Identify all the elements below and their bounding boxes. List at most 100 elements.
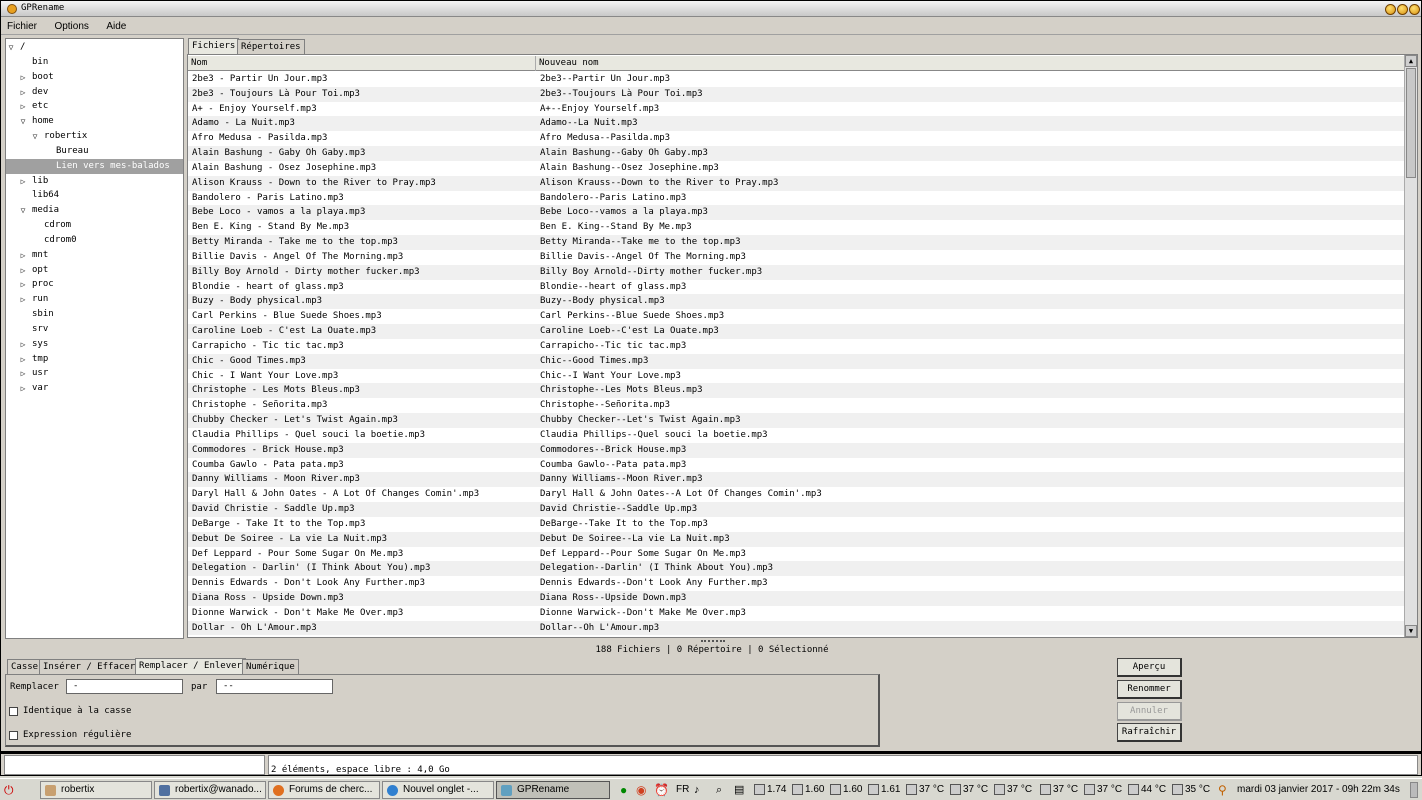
- expanded-arrow-icon[interactable]: ▽: [30, 129, 40, 144]
- status-green-icon[interactable]: ●: [620, 782, 627, 798]
- task-thunderbird[interactable]: robertix@wanado...: [154, 781, 266, 799]
- table-row[interactable]: Chubby Checker - Let's Twist Again.mp3 Ch…: [188, 413, 1404, 428]
- tab-numerique[interactable]: Numérique: [242, 659, 299, 674]
- tree-item-robertix[interactable]: ▽ robertix: [33, 129, 88, 144]
- refresh-button[interactable]: Rafraîchir: [1117, 723, 1182, 742]
- tree-item-lib64[interactable]: lib64: [32, 188, 59, 203]
- table-row[interactable]: Bebe Loco - vamos a la playa.mp3 Bebe Loc…: [188, 205, 1404, 221]
- magnifier-icon[interactable]: ⚲: [1218, 782, 1227, 798]
- collapsed-arrow-icon[interactable]: ▷: [18, 263, 28, 278]
- tree-item-lib[interactable]: ▷ lib: [21, 174, 49, 189]
- tree-item-opt[interactable]: ▷ opt: [21, 263, 49, 278]
- collapsed-arrow-icon[interactable]: ▷: [18, 70, 28, 85]
- task-robertix[interactable]: robertix: [40, 781, 152, 799]
- table-row[interactable]: Bandolero - Paris Latino.mp3 Bandolero--P…: [188, 191, 1404, 206]
- tree-item-cdrom[interactable]: cdrom: [44, 218, 71, 233]
- tree-item-sbin[interactable]: sbin: [32, 307, 54, 322]
- table-row[interactable]: Def Leppard - Pour Some Sugar On Me.mp3 D…: [188, 547, 1404, 562]
- collapsed-arrow-icon[interactable]: ▷: [18, 248, 28, 263]
- tree-item-media[interactable]: ▽ media: [21, 203, 60, 218]
- collapsed-arrow-icon[interactable]: ▷: [18, 99, 28, 114]
- collapsed-arrow-icon[interactable]: ▷: [18, 337, 28, 352]
- table-row[interactable]: Adamo - La Nuit.mp3 Adamo--La Nuit.mp3: [188, 116, 1404, 132]
- close-button[interactable]: [1409, 4, 1420, 15]
- table-row[interactable]: Christophe - Les Mots Bleus.mp3 Christoph…: [188, 383, 1404, 399]
- tree-item-mnt[interactable]: ▷ mnt: [21, 248, 49, 263]
- expanded-arrow-icon[interactable]: ▽: [18, 114, 28, 129]
- table-row[interactable]: 2be3 - Partir Un Jour.mp3 2be3--Partir Un…: [188, 72, 1404, 87]
- table-row[interactable]: Delegation - Darlin' (I Think About You)…: [188, 561, 1404, 577]
- table-row[interactable]: Debut De Soiree - La vie La Nuit.mp3 Debu…: [188, 531, 1404, 547]
- collapsed-arrow-icon[interactable]: ▷: [18, 381, 28, 396]
- table-row[interactable]: Caroline Loeb - C'est La Ouate.mp3 Caroli…: [188, 324, 1404, 339]
- task-gprename[interactable]: GPRename: [496, 781, 610, 799]
- table-row[interactable]: Carl Perkins - Blue Suede Shoes.mp3 Carl …: [188, 309, 1404, 324]
- table-row[interactable]: Carrapicho - Tic tic tac.mp3 Carrapicho--…: [188, 339, 1404, 354]
- tree-item-[interactable]: ▽ /: [9, 40, 26, 55]
- table-row[interactable]: Danny Williams - Moon River.mp3 Danny Wil…: [188, 472, 1404, 488]
- alarm-clock-icon[interactable]: ⏰: [654, 782, 669, 798]
- volume-icon[interactable]: ♪: [694, 782, 700, 798]
- scroll-up-icon[interactable]: ▲: [1405, 55, 1417, 67]
- column-nom[interactable]: Nom: [188, 56, 536, 71]
- table-row[interactable]: A+ - Enjoy Yourself.mp3 A+--Enjoy Yoursel…: [188, 102, 1404, 117]
- search-tray-icon[interactable]: ⌕: [716, 782, 722, 798]
- tree-item-lien-vers-mes-balados[interactable]: Lien vers mes-balados: [6, 158, 183, 174]
- table-row[interactable]: 2be3 - Toujours Là Pour Toi.mp3 2be3--Tou…: [188, 86, 1404, 102]
- table-row[interactable]: Chic - Good Times.mp3 Chic--Good Times.mp…: [188, 353, 1404, 369]
- tree-item-boot[interactable]: ▷ boot: [21, 70, 54, 85]
- task-firefox[interactable]: Forums de cherc...: [268, 781, 380, 799]
- table-row[interactable]: Claudia Phillips - Quel souci la boetie.…: [188, 428, 1404, 443]
- tab-remplacer-enlever[interactable]: Remplacer / Enlever: [135, 658, 246, 674]
- tree-item-sys[interactable]: ▷ sys: [21, 337, 49, 352]
- preview-button[interactable]: Aperçu: [1117, 658, 1182, 677]
- tab-casse[interactable]: Casse: [7, 659, 43, 674]
- menu-fichier[interactable]: Fichier: [1, 18, 43, 32]
- collapsed-arrow-icon[interactable]: ▷: [18, 277, 28, 292]
- table-row[interactable]: Chic - I Want Your Love.mp3 Chic--I Want …: [188, 369, 1404, 384]
- maximize-button[interactable]: [1397, 4, 1408, 15]
- expanded-arrow-icon[interactable]: ▽: [6, 40, 16, 55]
- regex-checkbox[interactable]: [9, 731, 18, 740]
- tree-item-srv[interactable]: srv: [32, 322, 48, 337]
- collapsed-arrow-icon[interactable]: ▷: [18, 174, 28, 189]
- collapsed-arrow-icon[interactable]: ▷: [18, 292, 28, 307]
- table-row[interactable]: Alison Krauss - Down to the River to Pra…: [188, 175, 1404, 191]
- menu-aide[interactable]: Aide: [100, 18, 132, 32]
- menu-options[interactable]: Options: [48, 18, 94, 32]
- table-row[interactable]: Dollar - Oh L'Amour.mp3 Dollar--Oh L'Amou…: [188, 620, 1404, 636]
- tab-inserer-effacer[interactable]: Insérer / Effacer: [39, 659, 140, 674]
- logout-icon[interactable]: ⏻: [4, 782, 14, 798]
- tree-item-cdrom0[interactable]: cdrom0: [44, 233, 77, 248]
- keyboard-layout[interactable]: FR: [676, 782, 689, 798]
- replace-input[interactable]: -: [66, 679, 183, 694]
- directory-tree[interactable]: ▽ / bin ▷ boot ▷ dev ▷ etc ▽ home ▽ robertix Bureau Li…: [5, 38, 184, 639]
- rename-button[interactable]: Renommer: [1117, 680, 1182, 699]
- table-row[interactable]: Alain Bashung - Osez Josephine.mp3 Alain …: [188, 161, 1404, 176]
- table-row[interactable]: Christophe - Señorita.mp3 Christophe--Señ…: [188, 398, 1404, 413]
- table-row[interactable]: Alain Bashung - Gaby Oh Gaby.mp3 Alain Ba…: [188, 146, 1404, 161]
- table-row[interactable]: Diana Ross - Upside Down.mp3 Diana Ross--…: [188, 590, 1404, 606]
- tree-item-home[interactable]: ▽ home: [21, 114, 54, 129]
- show-desktop-button[interactable]: [1410, 782, 1418, 798]
- table-row[interactable]: Billy Boy Arnold - Dirty mother fucker.m…: [188, 264, 1404, 280]
- expanded-arrow-icon[interactable]: ▽: [18, 203, 28, 218]
- table-row[interactable]: DeBarge - Take It to the Top.mp3 DeBarge-…: [188, 517, 1404, 532]
- printer-icon[interactable]: ▤: [734, 782, 744, 798]
- minimize-button[interactable]: [1385, 4, 1396, 15]
- tree-item-var[interactable]: ▷ var: [21, 381, 49, 396]
- task-chrome[interactable]: Nouvel onglet -...: [382, 781, 494, 799]
- case-sensitive-checkbox[interactable]: [9, 707, 18, 716]
- scroll-down-icon[interactable]: ▼: [1405, 625, 1417, 637]
- column-nouveau-nom[interactable]: Nouveau nom: [536, 56, 1404, 71]
- cancel-button[interactable]: Annuler: [1117, 702, 1182, 721]
- tree-item-etc[interactable]: ▷ etc: [21, 99, 49, 114]
- table-row[interactable]: Coumba Gawlo - Pata pata.mp3 Coumba Gawlo…: [188, 458, 1404, 473]
- tree-item-bureau[interactable]: Bureau: [56, 144, 89, 159]
- table-row[interactable]: Ben E. King - Stand By Me.mp3 Ben E. King…: [188, 220, 1404, 235]
- tree-item-dev[interactable]: ▷ dev: [21, 85, 49, 100]
- tree-item-tmp[interactable]: ▷ tmp: [21, 352, 49, 367]
- table-row[interactable]: Dennis Edwards - Don't Look Any Further.…: [188, 576, 1404, 591]
- table-row[interactable]: Commodores - Brick House.mp3 Commodores--…: [188, 442, 1404, 458]
- table-row[interactable]: Daryl Hall & John Oates - A Lot Of Chang…: [188, 487, 1404, 502]
